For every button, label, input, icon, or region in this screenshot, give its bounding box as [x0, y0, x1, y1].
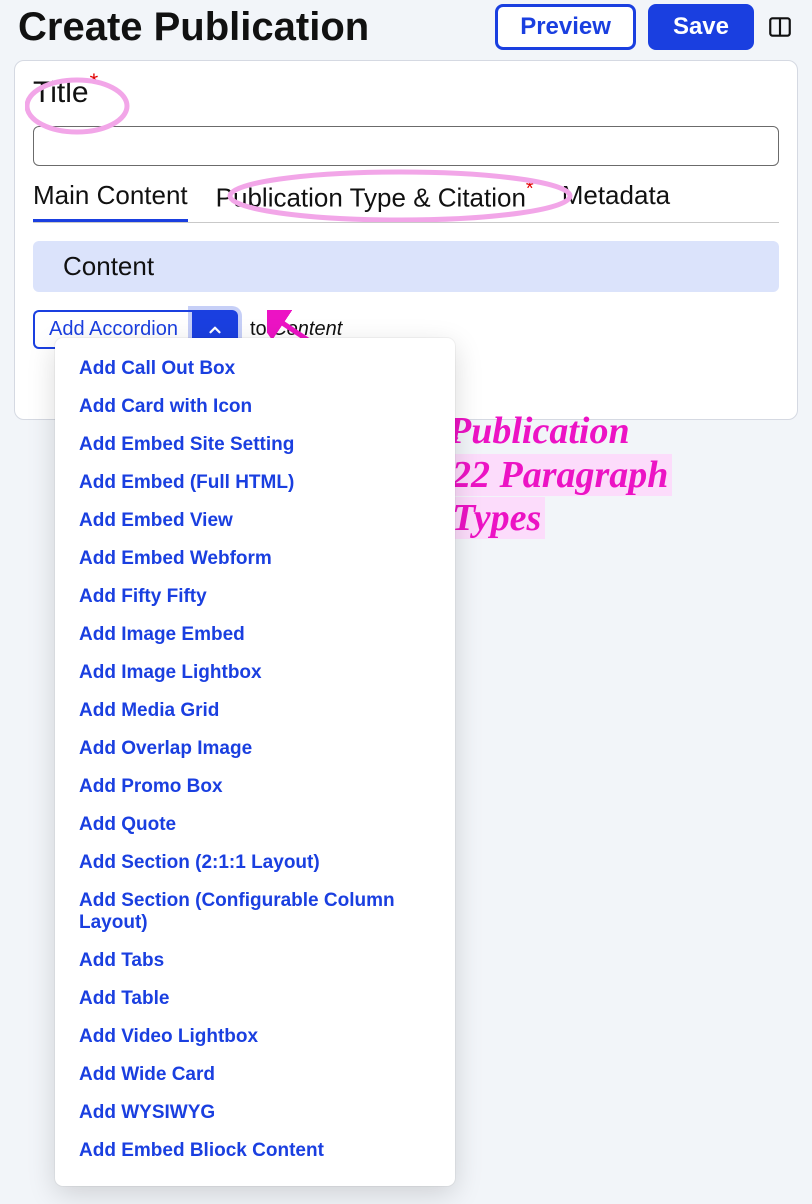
dropdown-item[interactable]: Add Tabs — [55, 942, 455, 980]
preview-button[interactable]: Preview — [495, 4, 636, 50]
dropdown-item[interactable]: Add Call Out Box — [55, 350, 455, 388]
required-asterisk: * — [526, 178, 534, 200]
page-title: Create Publication — [18, 5, 369, 50]
tab-metadata[interactable]: Metadata — [562, 180, 670, 222]
tabs: Main Content Publication Type & Citation… — [33, 180, 779, 223]
dropdown-item[interactable]: Add Embed Site Setting — [55, 426, 455, 464]
page-header: Create Publication Preview Save — [0, 0, 812, 50]
save-button[interactable]: Save — [648, 4, 754, 50]
add-paragraph-dropdown: Add Call Out Box Add Card with Icon Add … — [55, 338, 455, 1186]
dropdown-item[interactable]: Add Overlap Image — [55, 730, 455, 768]
title-input[interactable] — [33, 126, 779, 166]
dropdown-item[interactable]: Add Fifty Fifty — [55, 578, 455, 616]
dropdown-item[interactable]: Add Section (Configurable Column Layout) — [55, 882, 455, 942]
content-section-heading: Content — [33, 241, 779, 292]
header-actions: Preview Save — [495, 4, 794, 50]
chevron-up-icon — [206, 321, 224, 339]
title-field-row: Title* — [33, 71, 779, 110]
page: Create Publication Preview Save Title* M… — [0, 0, 812, 1204]
dropdown-item[interactable]: Add Wide Card — [55, 1056, 455, 1094]
dropdown-item[interactable]: Add Embed (Full HTML) — [55, 464, 455, 502]
dropdown-item[interactable]: Add Image Lightbox — [55, 654, 455, 692]
required-asterisk: * — [90, 69, 99, 94]
dropdown-item[interactable]: Add Promo Box — [55, 768, 455, 806]
dropdown-item[interactable]: Add Image Embed — [55, 616, 455, 654]
dropdown-item[interactable]: Add WYSIWYG — [55, 1094, 455, 1132]
dropdown-item[interactable]: Add Embed View — [55, 502, 455, 540]
annotation-text: Publication 22 Paragraph Types — [448, 410, 672, 541]
tab-publication-type-citation[interactable]: Publication Type & Citation* — [216, 180, 534, 222]
dropdown-item[interactable]: Add Media Grid — [55, 692, 455, 730]
dropdown-item[interactable]: Add Video Lightbox — [55, 1018, 455, 1056]
tab-main-content[interactable]: Main Content — [33, 180, 188, 222]
dropdown-item[interactable]: Add Embed Bliock Content — [55, 1132, 455, 1170]
dropdown-item[interactable]: Add Embed Webform — [55, 540, 455, 578]
title-field-label: Title* — [33, 71, 98, 110]
dropdown-item[interactable]: Add Quote — [55, 806, 455, 844]
dropdown-item[interactable]: Add Card with Icon — [55, 388, 455, 426]
dropdown-item[interactable]: Add Table — [55, 980, 455, 1018]
sidebar-toggle-icon[interactable] — [766, 13, 794, 41]
dropdown-item[interactable]: Add Section (2:1:1 Layout) — [55, 844, 455, 882]
